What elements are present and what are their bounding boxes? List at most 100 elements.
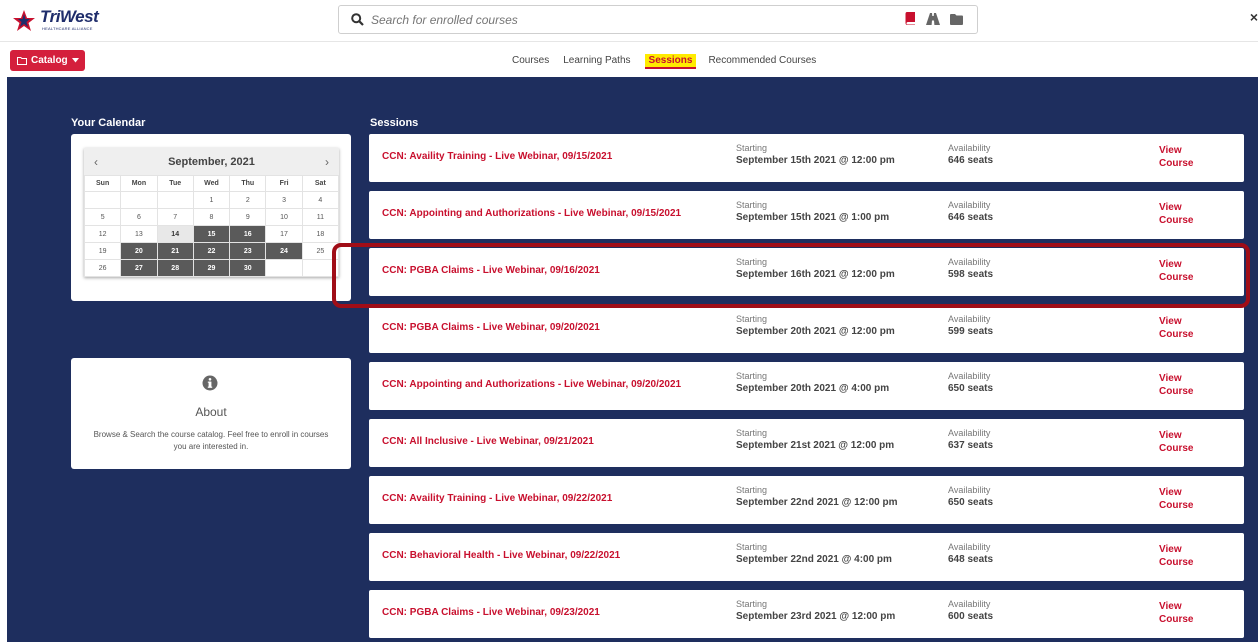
availability-label: Availability (948, 485, 991, 495)
calendar-day[interactable]: 1 (192, 191, 231, 209)
close-icon[interactable]: × (1250, 9, 1258, 25)
calendar-day[interactable]: 26 (83, 259, 122, 277)
session-title-link[interactable]: CCN: PGBA Claims - Live Webinar, 09/20/2… (382, 322, 600, 333)
session-seats: 650 seats (948, 497, 994, 508)
logo-tagline: HEALTHCARE ALLIANCE (42, 26, 93, 31)
tab-learning-paths[interactable]: Learning Paths (563, 55, 630, 68)
session-seats: 646 seats (948, 155, 994, 166)
starting-label: Starting (736, 143, 768, 153)
view-course-link[interactable]: View Course (1159, 429, 1199, 455)
tab-recommended-courses[interactable]: Recommended Courses (708, 55, 816, 68)
course-label: Course (1159, 614, 1194, 625)
calendar-day[interactable]: 10 (265, 208, 303, 226)
catalog-button[interactable]: Catalog (10, 50, 85, 71)
calendar-day[interactable]: 21 (156, 242, 194, 260)
calendar-day[interactable]: 18 (301, 225, 340, 243)
calendar-day[interactable] (265, 259, 303, 277)
session-title-link[interactable]: CCN: Availity Training - Live Webinar, 0… (382, 151, 612, 162)
calendar-day[interactable]: 16 (229, 225, 267, 243)
view-label: View (1159, 601, 1182, 612)
view-label: View (1159, 430, 1182, 441)
session-row: CCN: Availity Training - Live Webinar, 0… (369, 476, 1244, 524)
course-label: Course (1159, 158, 1194, 169)
calendar-day[interactable]: 7 (156, 208, 194, 226)
tab-courses[interactable]: Courses (512, 55, 549, 68)
calendar-day[interactable]: 19 (83, 242, 122, 260)
view-course-link[interactable]: View Course (1159, 372, 1199, 398)
calendar-day[interactable]: 30 (229, 259, 267, 277)
session-row: CCN: PGBA Claims - Live Webinar, 09/23/2… (369, 590, 1244, 638)
session-seats: 650 seats (948, 383, 994, 394)
session-title-link[interactable]: CCN: PGBA Claims - Live Webinar, 09/23/2… (382, 607, 600, 618)
calendar-day[interactable]: 9 (229, 208, 267, 226)
session-start: September 22nd 2021 @ 4:00 pm (736, 554, 892, 565)
calendar-day[interactable] (156, 191, 194, 209)
calendar-day[interactable]: 15 (192, 225, 231, 243)
view-course-link[interactable]: View Course (1159, 486, 1199, 512)
book-icon[interactable] (905, 12, 916, 30)
view-course-link[interactable]: View Course (1159, 543, 1199, 569)
calendar-day[interactable]: 23 (229, 242, 267, 260)
session-title-link[interactable]: CCN: All Inclusive - Live Webinar, 09/21… (382, 436, 594, 447)
course-label: Course (1159, 329, 1194, 340)
triwest-logo[interactable]: TriWest HEALTHCARE ALLIANCE (12, 7, 99, 34)
weekday-label: Thu (229, 175, 267, 192)
view-course-link[interactable]: View Course (1159, 315, 1199, 341)
calendar-day[interactable]: 22 (192, 242, 231, 260)
calendar-day[interactable]: 13 (120, 225, 158, 243)
calendar-week: 19 20 21 22 23 24 25 (83, 242, 340, 260)
calendar-widget: ‹ September, 2021 › Sun Mon Tue Wed Thu … (83, 148, 340, 277)
calendar-day[interactable]: 8 (192, 208, 231, 226)
about-text: Browse & Search the course catalog. Feel… (93, 430, 329, 451)
sessions-heading: Sessions (370, 117, 419, 129)
tab-sessions[interactable]: Sessions (644, 54, 697, 69)
calendar-day[interactable]: 6 (120, 208, 158, 226)
view-course-link[interactable]: View Course (1159, 201, 1199, 227)
info-circle-icon (202, 375, 218, 391)
availability-label: Availability (948, 599, 991, 609)
view-course-link[interactable]: View Course (1159, 600, 1199, 626)
next-month-button[interactable]: › (325, 155, 329, 169)
calendar-header: ‹ September, 2021 › (84, 148, 339, 175)
calendar-day[interactable]: 14 (156, 225, 194, 243)
session-title-link[interactable]: CCN: Appointing and Authorizations - Liv… (382, 208, 681, 219)
calendar-week: 5 6 7 8 9 10 11 (83, 208, 340, 226)
calendar-day[interactable]: 17 (265, 225, 303, 243)
top-header: TriWest HEALTHCARE ALLIANCE × (0, 0, 1258, 42)
weekday-label: Tue (156, 175, 194, 192)
session-start: September 15th 2021 @ 12:00 pm (736, 155, 895, 166)
session-row: CCN: Appointing and Authorizations - Liv… (369, 191, 1244, 239)
calendar-day[interactable] (120, 191, 158, 209)
calendar-day[interactable]: 20 (120, 242, 158, 260)
calendar-day[interactable]: 2 (229, 191, 267, 209)
calendar-day[interactable]: 3 (265, 191, 303, 209)
view-course-link[interactable]: View Course (1159, 144, 1199, 170)
session-title-link[interactable]: CCN: Appointing and Authorizations - Liv… (382, 379, 681, 390)
calendar-day[interactable]: 11 (301, 208, 340, 226)
calendar-day[interactable]: 24 (265, 242, 303, 260)
calendar-day[interactable]: 4 (301, 191, 340, 209)
sub-navigation: Catalog Courses Learning Paths Sessions … (0, 42, 1258, 77)
view-label: View (1159, 145, 1182, 156)
search-icon[interactable] (343, 13, 371, 26)
session-start: September 22nd 2021 @ 12:00 pm (736, 497, 898, 508)
session-title-link[interactable]: CCN: Availity Training - Live Webinar, 0… (382, 493, 612, 504)
weekday-label: Sat (301, 175, 340, 192)
calendar-day[interactable]: 29 (192, 259, 231, 277)
session-title-link[interactable]: CCN: Behavioral Health - Live Webinar, 0… (382, 550, 620, 561)
folder-icon[interactable] (950, 12, 963, 30)
calendar-day[interactable]: 27 (120, 259, 158, 277)
road-icon[interactable] (926, 12, 940, 30)
weekday-label: Sun (83, 175, 122, 192)
search-bar[interactable] (338, 5, 978, 34)
calendar-day[interactable]: 5 (83, 208, 122, 226)
calendar-day[interactable]: 12 (83, 225, 122, 243)
calendar-day[interactable] (83, 191, 122, 209)
calendar-day[interactable]: 28 (156, 259, 194, 277)
availability-label: Availability (948, 371, 991, 381)
starting-label: Starting (736, 314, 768, 324)
calendar-week: 26 27 28 29 30 (83, 259, 340, 277)
prev-month-button[interactable]: ‹ (94, 155, 98, 169)
search-input[interactable] (371, 8, 871, 31)
view-label: View (1159, 373, 1182, 384)
